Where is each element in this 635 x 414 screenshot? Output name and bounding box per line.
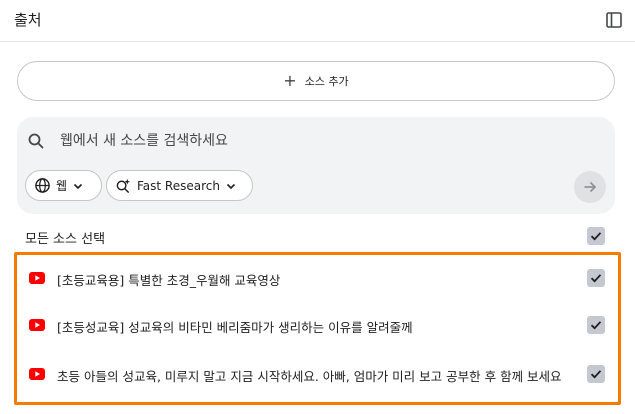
select-all-row: 모든 소스 선택 xyxy=(0,222,635,250)
checkmark-icon xyxy=(590,321,602,330)
add-source-button[interactable]: + 소스 추가 xyxy=(17,61,615,101)
source-title: [초등성교육] 성교육의 비타민 베리줌마가 생리하는 이유를 알려줄께 xyxy=(57,320,413,335)
source-item[interactable]: [초등성교육] 성교육의 비타민 베리줌마가 생리하는 이유를 알려줄께 xyxy=(0,311,635,341)
chevron-down-icon xyxy=(226,183,236,189)
youtube-icon xyxy=(29,272,45,284)
source-checkbox[interactable] xyxy=(587,269,605,287)
source-item[interactable]: 초등 아들의 성교육, 미루지 말고 지금 시작하세요. 아빠, 엄마가 미리 … xyxy=(0,360,635,390)
web-source-dropdown[interactable]: 웹 xyxy=(25,170,102,201)
checkmark-icon xyxy=(590,274,602,283)
source-item[interactable]: [초등교육용] 특별한 초경_우월해 교육영상 xyxy=(0,264,635,294)
panel-toggle-button[interactable] xyxy=(603,9,625,31)
select-all-label: 모든 소스 선택 xyxy=(25,232,106,247)
search-input[interactable] xyxy=(60,129,580,153)
chevron-down-icon xyxy=(73,183,83,189)
web-chip-label: 웹 xyxy=(56,179,68,193)
plus-icon: + xyxy=(283,71,297,90)
add-source-label: 소스 추가 xyxy=(304,75,349,88)
sparkle-search-icon xyxy=(116,178,131,193)
source-title: 초등 아들의 성교육, 미루지 말고 지금 시작하세요. 아빠, 엄마가 미리 … xyxy=(57,369,562,384)
source-checkbox[interactable] xyxy=(587,316,605,334)
arrow-right-icon xyxy=(584,181,597,193)
select-all-checkbox[interactable] xyxy=(587,227,605,245)
sources-panel: 출처 + 소스 추가 웹에서 새 소스를 검색하세요 웹 Fast Resear… xyxy=(0,0,635,414)
web-search-box: 웹 Fast Research xyxy=(17,117,615,214)
source-checkbox[interactable] xyxy=(587,365,605,383)
panel-title: 출처 xyxy=(14,11,42,29)
youtube-icon xyxy=(29,319,45,331)
panel-toggle-icon xyxy=(606,12,622,28)
youtube-icon xyxy=(29,368,45,380)
search-icon xyxy=(28,133,44,149)
globe-icon xyxy=(35,178,50,193)
checkmark-icon xyxy=(590,370,602,379)
panel-header: 출처 xyxy=(0,0,635,42)
search-submit-button[interactable] xyxy=(574,171,606,203)
checkmark-icon xyxy=(590,232,602,241)
research-mode-dropdown[interactable]: Fast Research xyxy=(106,170,253,201)
source-title: [초등교육용] 특별한 초경_우월해 교육영상 xyxy=(57,273,281,288)
research-chip-label: Fast Research xyxy=(137,178,220,193)
